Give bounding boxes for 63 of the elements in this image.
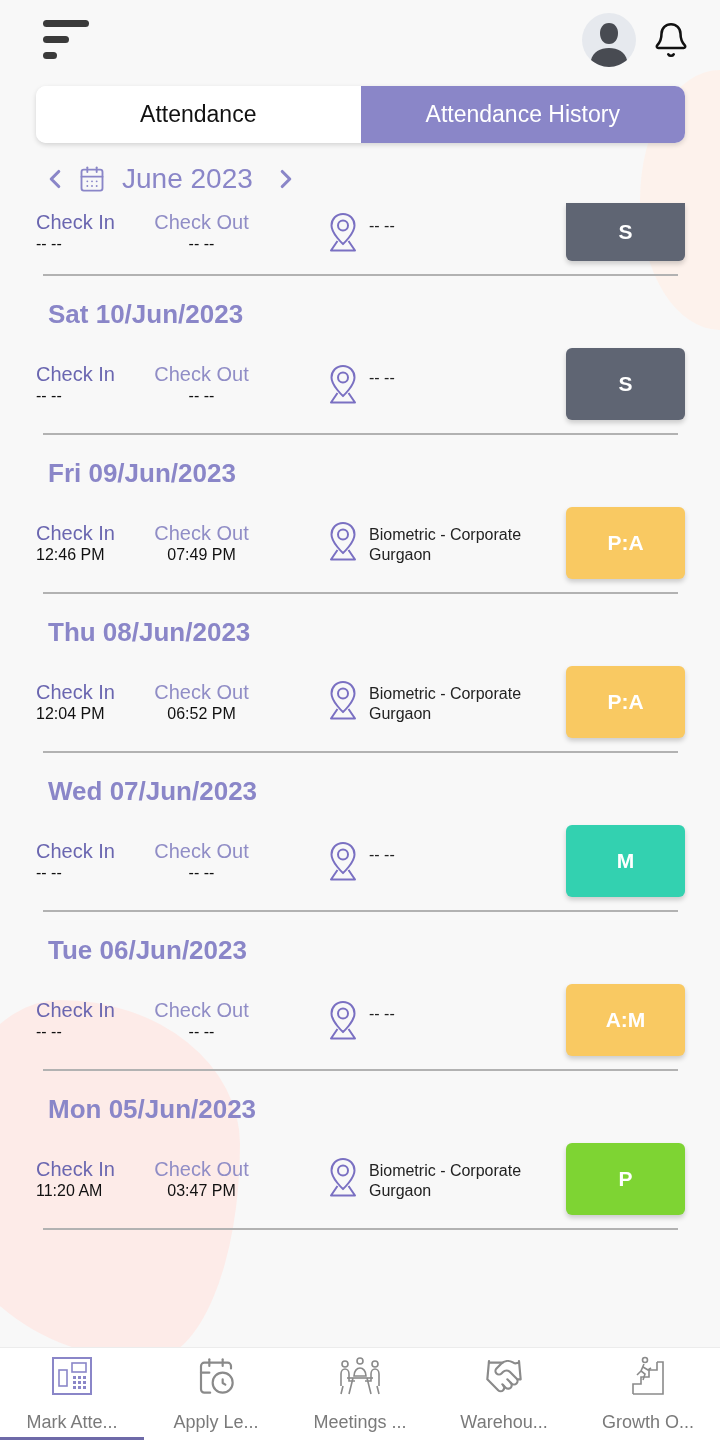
date-heading: Wed 07/Jun/2023: [47, 775, 259, 808]
check-out-label: Check Out: [154, 362, 249, 386]
location-pin-icon: [328, 1000, 358, 1040]
location-pin-icon: [328, 1157, 358, 1197]
check-in-label: Check In: [36, 210, 115, 234]
check-out-time: -- --: [188, 233, 215, 254]
avatar-icon[interactable]: [582, 13, 636, 67]
check-in-time: 11:20 AM: [36, 1180, 103, 1201]
check-out-time: -- --: [188, 385, 215, 406]
date-heading: Sat 10/Jun/2023: [47, 298, 245, 331]
status-badge: A:M: [566, 984, 685, 1056]
location-text: -- --: [369, 216, 395, 236]
check-out-time: -- --: [188, 862, 215, 883]
date-heading: Fri 09/Jun/2023: [47, 457, 237, 490]
date-heading: Tue 06/Jun/2023: [47, 934, 248, 967]
check-in-label: Check In: [36, 839, 115, 863]
menu-icon[interactable]: [42, 19, 90, 61]
status-badge: S: [566, 348, 685, 420]
check-in-label: Check In: [36, 1157, 115, 1181]
check-in-time: -- --: [36, 862, 62, 883]
date-heading: Thu 08/Jun/2023: [47, 616, 252, 649]
tab[interactable]: Attendance History: [360, 86, 685, 143]
date-heading: Mon 05/Jun/2023: [47, 1093, 258, 1126]
check-in-label: Check In: [36, 998, 115, 1022]
keypad-device-icon: [51, 1356, 93, 1396]
location-text: -- --: [369, 1004, 395, 1024]
status-badge: P:A: [566, 507, 685, 579]
tab[interactable]: Attendance: [36, 86, 361, 143]
check-in-label: Check In: [36, 521, 115, 545]
month-label: June 2023: [122, 163, 253, 195]
check-out-label: Check Out: [154, 998, 249, 1022]
check-out-time: -- --: [188, 1021, 215, 1042]
check-in-time: -- --: [36, 1021, 62, 1042]
check-out-label: Check Out: [154, 680, 249, 704]
location-text: Biometric - Corporate Gurgaon: [369, 684, 523, 724]
check-out-time: 07:49 PM: [167, 544, 236, 565]
check-in-time: -- --: [36, 233, 62, 254]
status-badge: S: [566, 203, 685, 261]
check-in-label: Check In: [36, 362, 115, 386]
check-in-time: 12:04 PM: [36, 703, 105, 724]
location-text: Biometric - Corporate Gurgaon: [369, 1161, 523, 1201]
location-pin-icon: [328, 680, 358, 720]
check-out-label: Check Out: [154, 210, 249, 234]
location-text: Biometric - Corporate Gurgaon: [369, 525, 523, 565]
meeting-icon: [339, 1356, 381, 1396]
status-badge: P:A: [566, 666, 685, 738]
check-out-time: 06:52 PM: [167, 703, 236, 724]
status-badge: P: [566, 1143, 685, 1215]
location-pin-icon: [328, 521, 358, 561]
check-out-label: Check Out: [154, 839, 249, 863]
check-in-time: 12:46 PM: [36, 544, 105, 565]
location-text: -- --: [369, 845, 395, 865]
location-pin-icon: [328, 841, 358, 881]
check-out-label: Check Out: [154, 521, 249, 545]
check-in-label: Check In: [36, 680, 115, 704]
check-out-time: 03:47 PM: [167, 1180, 236, 1201]
location-pin-icon: [328, 212, 358, 252]
status-badge: M: [566, 825, 685, 897]
location-pin-icon: [328, 364, 358, 404]
location-text: -- --: [369, 368, 395, 388]
calendar-icon: [78, 165, 106, 193]
check-out-label: Check Out: [154, 1157, 249, 1181]
check-in-time: -- --: [36, 385, 62, 406]
